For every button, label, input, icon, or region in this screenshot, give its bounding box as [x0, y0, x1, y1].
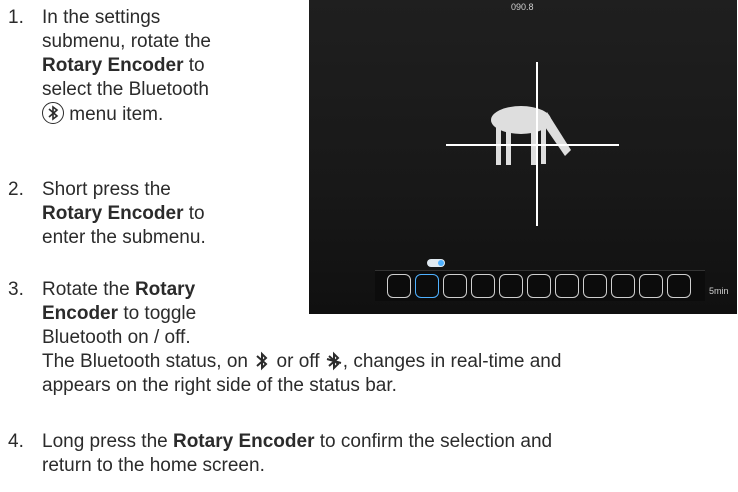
step-text: return to the home screen.: [42, 455, 265, 476]
bluetooth-icon: [42, 102, 64, 124]
step-number: 2.: [8, 179, 24, 200]
step-1: 1. In the settings submenu, rotate the R…: [8, 7, 211, 125]
landscape-icon[interactable]: [443, 274, 467, 298]
target-icon[interactable]: [527, 274, 551, 298]
settings-menu-bar: [375, 270, 705, 301]
bluetooth-on-icon: [256, 351, 268, 371]
step-number: 4.: [8, 431, 24, 452]
note-text: appears on the right side of the status …: [42, 375, 397, 396]
thermal-scope-screen: 090.8 5min: [309, 0, 737, 314]
brightness-icon[interactable]: [555, 274, 579, 298]
grid-icon[interactable]: [387, 274, 411, 298]
contrast-icon[interactable]: [611, 274, 635, 298]
compass-icon[interactable]: [499, 274, 523, 298]
clock-icon[interactable]: [471, 274, 495, 298]
step-4: 4. Long press the Rotary Encoder to conf…: [8, 431, 553, 476]
step-text: menu item.: [69, 104, 164, 125]
thermal-view: [309, 0, 737, 314]
record-icon[interactable]: [639, 274, 663, 298]
rotary-encoder-label: Rotary Encoder: [42, 55, 184, 76]
info-icon[interactable]: [667, 274, 691, 298]
step-text: select the Bluetooth: [42, 79, 209, 100]
step-text: submenu, rotate the: [42, 31, 211, 52]
top-readout: 090.8: [511, 2, 534, 12]
percent-icon[interactable]: [583, 274, 607, 298]
step-text: In the settings: [42, 7, 161, 28]
bluetooth-off-icon: [326, 351, 342, 371]
rotary-encoder-label: Rotary Encoder: [42, 203, 184, 224]
step-text: Bluetooth on / off.: [42, 327, 191, 348]
bluetooth-icon[interactable]: [415, 274, 439, 298]
bluetooth-toggle[interactable]: [427, 259, 445, 267]
step-number: 1.: [8, 7, 24, 28]
step-number: 3.: [8, 279, 24, 300]
timer-label: 5min: [709, 286, 729, 296]
step-2: 2. Short press the Rotary Encoder to ent…: [8, 179, 206, 248]
note-text: The Bluetooth status, on or off , change…: [42, 351, 562, 372]
step-text: enter the submenu.: [42, 227, 206, 248]
step-text: Short press the: [42, 179, 171, 200]
